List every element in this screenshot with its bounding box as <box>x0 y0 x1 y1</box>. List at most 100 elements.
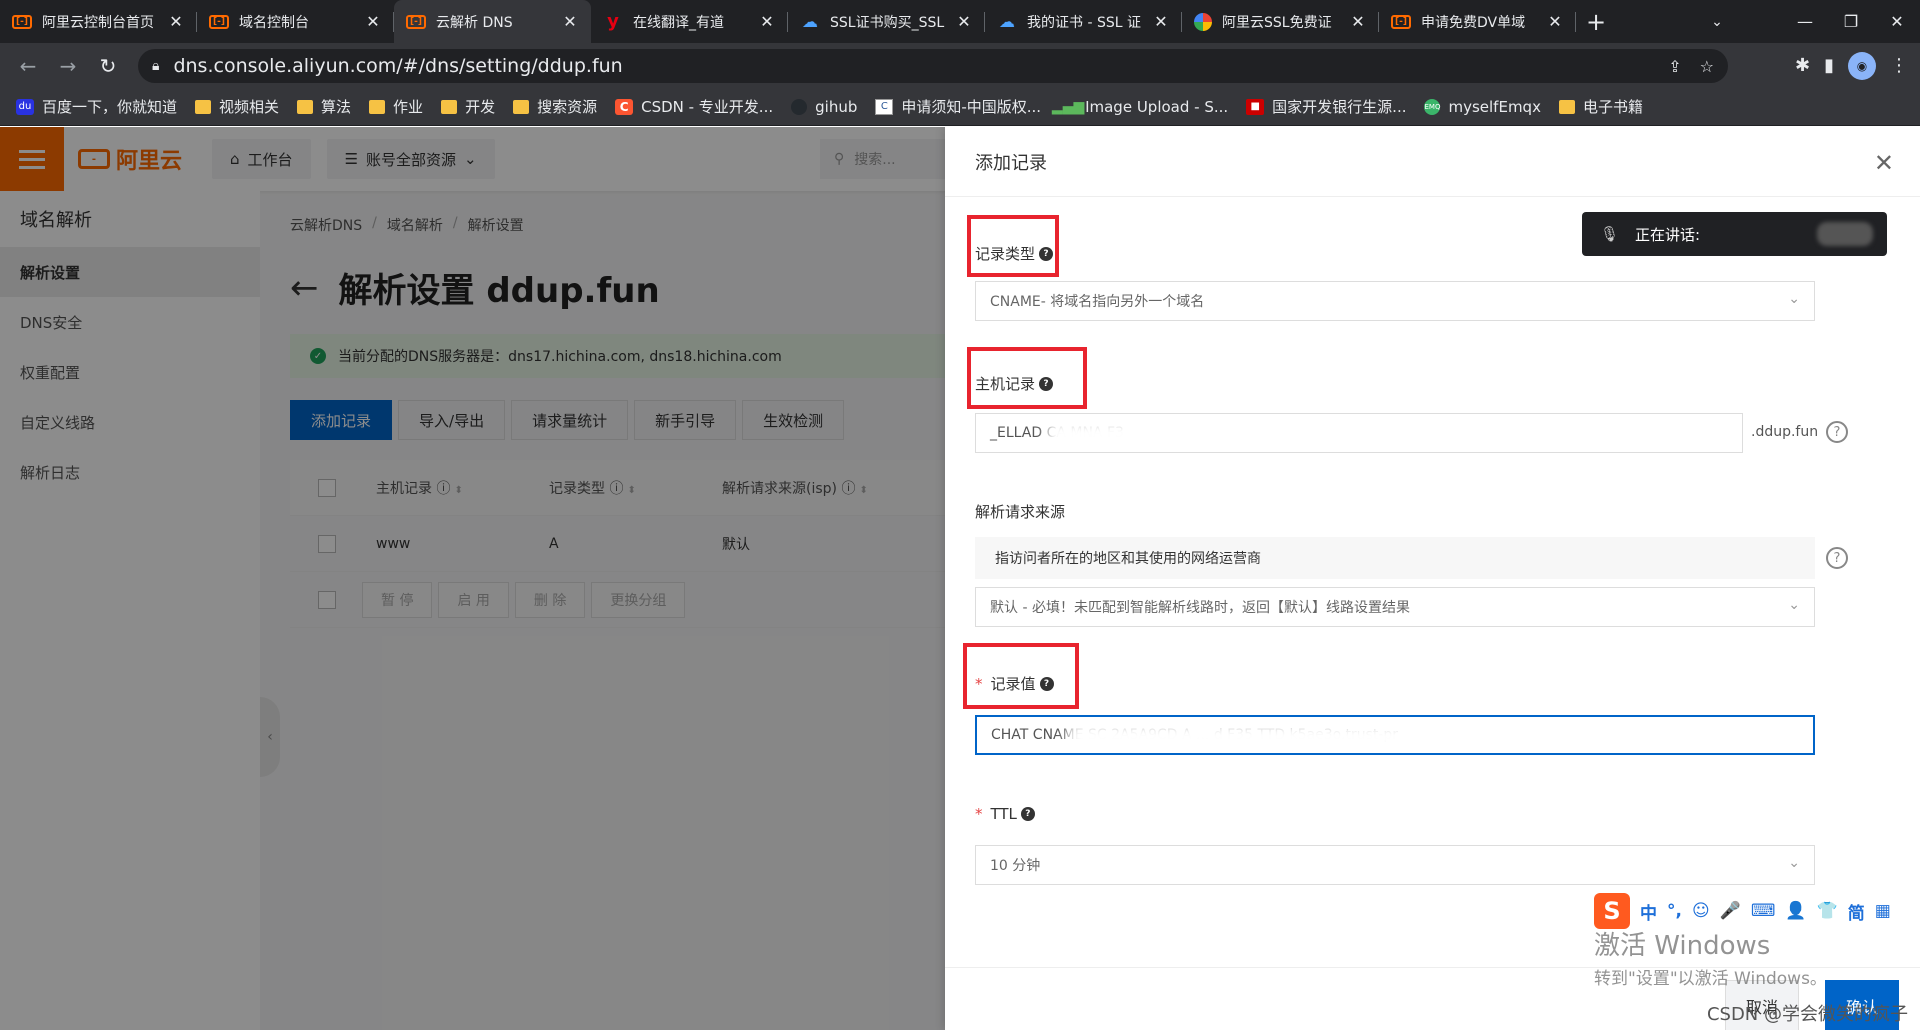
host-record-label: 主机记录 ? <box>975 373 1054 394</box>
browser-tab[interactable]: [-] 申请免费DV单域 ✕ <box>1379 0 1576 43</box>
close-icon[interactable]: ✕ <box>955 12 973 31</box>
bookmark[interactable]: C 申请须知-中国版权... <box>875 96 1041 117</box>
help-icon[interactable]: ? <box>1020 807 1035 821</box>
baidu-icon: du <box>16 98 34 115</box>
tab-title: 阿里云控制台首页 <box>42 14 154 31</box>
aliyun-icon: [-] <box>12 14 32 29</box>
forward-arrow-icon[interactable]: → <box>48 46 88 86</box>
bookmark-folder[interactable]: 算法 <box>297 96 351 117</box>
browser-tab[interactable]: ☁ 我的证书 - SSL 证 ✕ <box>985 0 1182 43</box>
folder-icon <box>513 99 530 114</box>
redaction-blur <box>1046 420 1286 450</box>
help-circle-icon[interactable]: ? <box>1826 421 1848 443</box>
record-type-label: 记录类型 ? <box>975 243 1054 264</box>
ttl-select[interactable]: 10 分钟 ⌄ <box>975 845 1815 885</box>
help-circle-icon[interactable]: ? <box>1826 547 1848 569</box>
redaction-blur <box>1667 723 1787 753</box>
close-icon[interactable]: ✕ <box>364 12 382 31</box>
tab-title: 我的证书 - SSL 证 <box>1027 14 1141 31</box>
bookmark[interactable]: C CSDN - 专业开发... <box>615 96 773 117</box>
bookmark[interactable]: ■ 国家开发银行生源... <box>1246 96 1406 117</box>
bank-icon: ■ <box>1246 98 1265 115</box>
sogou-ime-icon[interactable]: S <box>1594 893 1630 929</box>
window-close-icon[interactable]: ✕ <box>1874 0 1920 43</box>
tab-search-chevron-icon[interactable]: ⌄ <box>1694 0 1740 43</box>
new-tab-button[interactable]: + <box>1576 0 1616 43</box>
tab-title: SSL证书购买_SSL <box>830 14 945 31</box>
address-bar[interactable]: 🔒︎ dns.console.aliyun.com/#/dns/setting/… <box>138 49 1728 83</box>
back-arrow-icon[interactable]: ← <box>8 46 48 86</box>
share-icon[interactable]: ⇪ <box>1668 57 1681 76</box>
lock-icon[interactable]: 🔒︎ <box>152 58 159 74</box>
user-icon[interactable]: 👤 <box>1785 901 1806 921</box>
close-icon[interactable]: ✕ <box>167 12 185 31</box>
url-text[interactable]: dns.console.aliyun.com/#/dns/setting/ddu… <box>173 55 622 77</box>
source-line-select[interactable]: 默认 - 必填！未匹配到智能解析线路时，返回【默认】线路设置结果 ⌄ <box>975 587 1815 627</box>
reload-icon[interactable]: ↻ <box>88 46 128 86</box>
domain-suffix: .ddup.fun <box>1751 424 1819 440</box>
browser-tab[interactable]: [-] 域名控制台 ✕ <box>197 0 394 43</box>
bookmark[interactable]: EMQ myselfEmqx <box>1424 98 1541 116</box>
more-menu-icon[interactable]: ⋮ <box>1890 55 1908 76</box>
bookmark-folder[interactable]: 作业 <box>369 96 423 117</box>
folder-icon <box>369 99 386 114</box>
help-icon[interactable]: ? <box>1039 676 1054 691</box>
ime-item[interactable]: 中 <box>1640 899 1657 924</box>
grid-icon[interactable]: ▦ <box>1875 901 1891 921</box>
chevron-down-icon: ⌄ <box>1788 597 1800 613</box>
browser-tab[interactable]: y 在线翻译_有道 ✕ <box>591 0 788 43</box>
help-icon[interactable]: ? <box>1039 246 1054 261</box>
close-icon[interactable]: ✕ <box>1874 149 1894 177</box>
browser-tab-active[interactable]: [-] 云解析 DNS ✕ <box>394 0 591 43</box>
speaker-avatar-blur <box>1817 222 1873 246</box>
bookmarks-bar: du 百度一下，你就知道 视频相关 算法 作业 开发 搜索资源 C CSDN - 专… <box>0 88 1920 126</box>
required-mark: * <box>975 674 983 693</box>
bookmark-star-icon[interactable]: ☆ <box>1700 57 1714 76</box>
close-icon[interactable]: ✕ <box>758 12 776 31</box>
host-record-input[interactable]: _ELLAD CA MNA F3 <box>975 413 1743 453</box>
doc-icon: C <box>875 98 894 115</box>
bookmark-folder[interactable]: 视频相关 <box>195 96 279 117</box>
bookmark-folder[interactable]: 电子书籍 <box>1558 96 1643 117</box>
emoji-icon[interactable]: ☺ <box>1692 901 1710 921</box>
ime-item[interactable]: °, <box>1667 901 1682 921</box>
browser-tab[interactable]: ☁ SSL证书购买_SSL ✕ <box>788 0 985 43</box>
close-icon[interactable]: ✕ <box>1152 12 1170 31</box>
close-icon[interactable]: ✕ <box>1546 12 1564 31</box>
record-type-select[interactable]: CNAME- 将域名指向另外一个域名 ⌄ <box>975 281 1815 321</box>
help-icon[interactable]: ? <box>1039 376 1054 391</box>
minimize-icon[interactable]: — <box>1782 0 1828 43</box>
drawer-title: 添加记录 <box>945 127 1920 197</box>
bookmark[interactable]: du 百度一下，你就知道 <box>16 96 177 117</box>
bookmark-folder[interactable]: 开发 <box>441 96 495 117</box>
profile-avatar[interactable]: ◉ <box>1848 51 1876 80</box>
browser-tab-strip: [-] 阿里云控制台首页 ✕ [-] 域名控制台 ✕ [-] 云解析 DNS ✕… <box>0 0 1920 43</box>
csdn-icon: C <box>615 98 634 115</box>
youdao-icon: y <box>607 11 619 32</box>
microphone-icon[interactable]: 🎤 <box>1720 901 1741 921</box>
folder-icon <box>195 99 212 114</box>
browser-tab[interactable]: [-] 阿里云控制台首页 ✕ <box>0 0 197 43</box>
record-value-input[interactable]: CHAT CNAME SC 2A5A9CD A ... d F35 TTD k5… <box>975 715 1815 755</box>
redaction-blur <box>1067 723 1587 753</box>
extensions-icon[interactable]: ✱ <box>1795 55 1810 76</box>
keyboard-icon[interactable]: ⌨ <box>1751 901 1776 921</box>
close-icon[interactable]: ✕ <box>561 12 579 31</box>
chevron-down-icon: ⌄ <box>1788 291 1800 307</box>
mic-off-icon: 🎙︎ <box>1600 225 1620 243</box>
restore-icon[interactable]: ❐ <box>1828 0 1874 43</box>
close-icon[interactable]: ✕ <box>1349 12 1367 31</box>
shirt-icon[interactable]: 👕 <box>1817 901 1838 921</box>
side-panel-icon[interactable]: ▮ <box>1824 55 1834 76</box>
bookmark[interactable]: gihub <box>791 98 857 116</box>
ime-item[interactable]: 简 <box>1848 899 1865 924</box>
cloud-icon: ☁ <box>802 12 818 31</box>
aliyun-icon: [-] <box>406 14 426 29</box>
browser-tab[interactable]: 阿里云SSL免费证 ✕ <box>1182 0 1379 43</box>
csdn-watermark: CSDN @学会微笑的疯子 <box>1706 1004 1908 1025</box>
bookmark[interactable]: ▂▄▆ Image Upload - S... <box>1052 98 1228 116</box>
windows-activation-watermark: 激活 Windows 转到"设置"以激活 Windows。 <box>1594 931 1827 989</box>
drawer-mask[interactable] <box>0 127 945 1030</box>
bookmark-folder[interactable]: 搜索资源 <box>513 96 597 117</box>
aliyun-icon: [-] <box>1391 14 1411 29</box>
